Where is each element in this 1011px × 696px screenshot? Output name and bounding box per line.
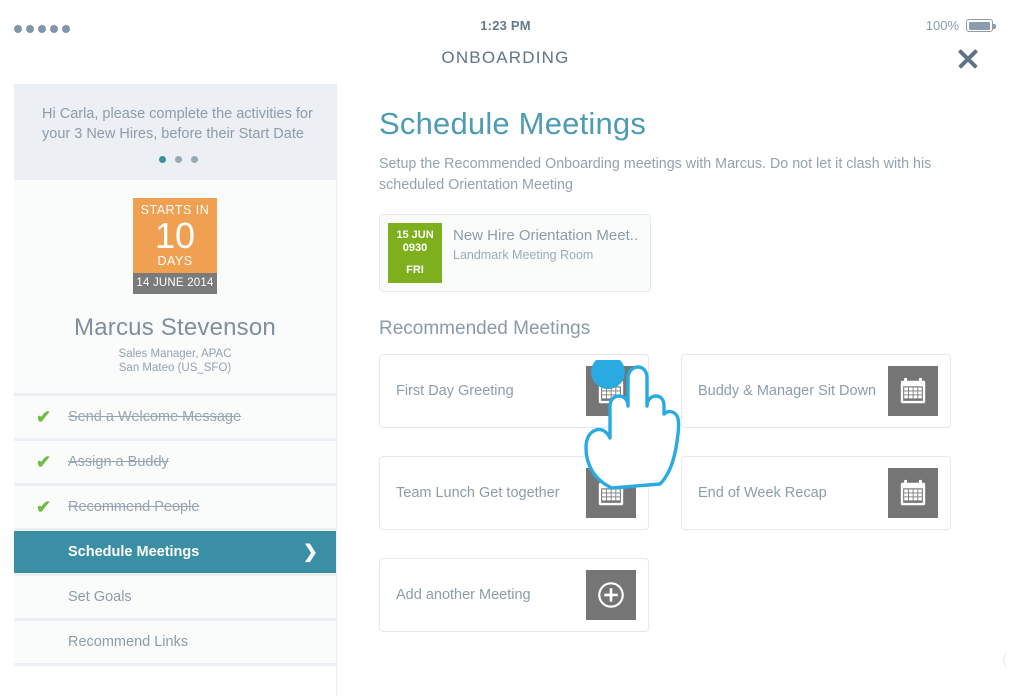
- orientation-meeting-name: New Hire Orientation Meet..: [453, 227, 639, 244]
- start-date-label: 14 JUNE 2014: [133, 273, 217, 294]
- meeting-card-buddy-manager-sit-down[interactable]: Buddy & Manager Sit Down: [681, 354, 951, 428]
- content-title: Schedule Meetings: [379, 106, 647, 141]
- meeting-card-label: Add another Meeting: [396, 587, 531, 603]
- battery-full-icon: [966, 19, 996, 32]
- calendar-icon[interactable]: [888, 366, 938, 416]
- meeting-card-add-another-meeting[interactable]: Add another Meeting: [379, 558, 649, 632]
- calendar-icon[interactable]: [888, 468, 938, 518]
- orientation-time: 0930: [402, 242, 428, 254]
- hire-location: San Mateo (US_SFO): [118, 362, 232, 374]
- meeting-card-first-day-greeting[interactable]: First Day Greeting: [379, 354, 649, 428]
- hire-name: Marcus Stevenson: [74, 314, 276, 341]
- sidebar-item-label: Schedule Meetings: [68, 544, 200, 560]
- battery-percent-label: 100%: [925, 18, 959, 33]
- check-icon: ✔: [36, 407, 52, 427]
- page-title: ONBOARDING: [441, 48, 570, 67]
- sidebar-item-assign-a-buddy[interactable]: ✔ Assign a Buddy: [14, 441, 336, 486]
- status-time: 1:23 PM: [480, 18, 531, 33]
- orientation-meeting-card[interactable]: 15 JUN 0930 FRI New Hire Orientation Mee…: [379, 214, 651, 292]
- calendar-icon[interactable]: [586, 468, 636, 518]
- sidebar-item-label: Set Goals: [68, 589, 132, 605]
- meeting-card-label: Buddy & Manager Sit Down: [698, 383, 877, 399]
- sidebar-item-recommend-people[interactable]: ✔ Recommend People: [14, 486, 336, 531]
- pager-dots[interactable]: [42, 156, 314, 163]
- countdown-body: STARTS IN 10 DAYS: [133, 198, 217, 273]
- sidebar-item-schedule-meetings[interactable]: Schedule Meetings ❯: [14, 531, 336, 576]
- sidebar: Hi Carla, please complete the activities…: [14, 84, 336, 696]
- main-content: Schedule Meetings Setup the Recommended …: [336, 84, 1011, 696]
- sidebar-item-label: Recommend People: [68, 499, 200, 515]
- orientation-meeting-room: Landmark Meeting Room: [453, 248, 594, 262]
- calendar-icon[interactable]: [586, 366, 636, 416]
- battery-status: 100%: [925, 18, 996, 33]
- meeting-card-label: First Day Greeting: [396, 383, 514, 399]
- meeting-card-label: Team Lunch Get together: [396, 485, 560, 501]
- check-icon: ✔: [36, 497, 52, 517]
- meeting-card-team-lunch-get-together[interactable]: Team Lunch Get together: [379, 456, 649, 530]
- sidebar-item-recommend-links[interactable]: Recommend Links: [14, 621, 336, 666]
- sidebar-item-label: Assign a Buddy: [68, 454, 169, 470]
- meeting-card-end-of-week-recap[interactable]: End of Week Recap: [681, 456, 951, 530]
- new-hire-card[interactable]: STARTS IN 10 DAYS 14 JUNE 2014 Marcus St…: [14, 180, 336, 396]
- content-subtitle: Setup the Recommended Onboarding meeting…: [379, 156, 932, 193]
- greeting-panel: Hi Carla, please complete the activities…: [14, 84, 336, 180]
- corner-artifact: {: [1001, 651, 1007, 668]
- sidebar-item-label: Send a Welcome Message: [68, 409, 242, 425]
- app-header: ONBOARDING: [0, 40, 1011, 82]
- status-bar: 1:23 PM 100%: [0, 0, 1011, 40]
- sidebar-item-send-a-welcome-message[interactable]: ✔ Send a Welcome Message: [14, 396, 336, 441]
- greeting-text: Hi Carla, please complete the activities…: [42, 106, 313, 142]
- countdown-number: 10: [154, 214, 196, 256]
- recommended-meetings-heading: Recommended Meetings: [379, 318, 591, 339]
- sidebar-item-set-goals[interactable]: Set Goals: [14, 576, 336, 621]
- orientation-day: FRI: [406, 264, 424, 276]
- orientation-date-badge: 15 JUN 0930 FRI: [388, 223, 442, 283]
- plus-circle-icon[interactable]: [586, 570, 636, 620]
- recommended-meetings-grid: First Day Greeting Buddy & Manager Sit D…: [379, 354, 979, 632]
- countdown-unit: DAYS: [157, 253, 193, 268]
- orientation-date: 15 JUN: [396, 229, 434, 241]
- chevron-right-icon: ❯: [302, 541, 318, 562]
- check-icon: ✔: [36, 452, 52, 472]
- meeting-card-label: End of Week Recap: [698, 485, 827, 501]
- start-countdown-badge: STARTS IN 10 DAYS 14 JUNE 2014: [133, 198, 217, 294]
- close-icon[interactable]: [953, 44, 983, 74]
- sidebar-item-label: Recommend Links: [68, 634, 189, 650]
- hire-role: Sales Manager, APAC: [118, 348, 232, 360]
